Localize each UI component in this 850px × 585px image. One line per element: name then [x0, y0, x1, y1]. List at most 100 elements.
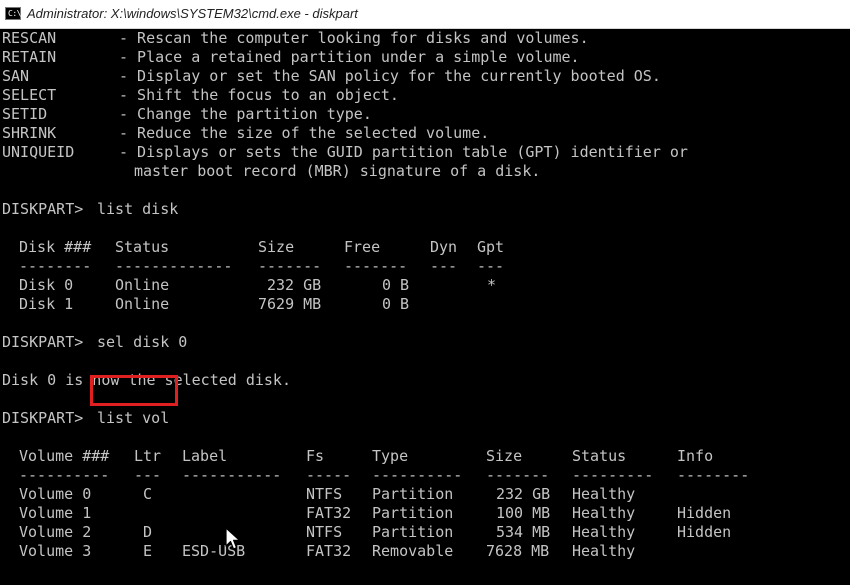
- volume-letter: C: [143, 485, 153, 503]
- command-text: list disk: [97, 200, 179, 218]
- volume-fs: NTFS: [306, 485, 343, 503]
- volume-status: Healthy: [572, 485, 636, 503]
- column-separator: -------------: [115, 257, 233, 275]
- diskpart-prompt: DISKPART>: [2, 333, 84, 351]
- disk-status: Online: [115, 295, 170, 313]
- column-separator: -------: [486, 466, 550, 484]
- help-line: RETAIN - Place a retained partition unde…: [2, 48, 580, 67]
- volume-status: Healthy: [572, 504, 636, 522]
- disk-name: Disk 0: [19, 276, 74, 294]
- volume-status: Healthy: [572, 542, 636, 560]
- command-line: DISKPART> list vol: [2, 409, 169, 428]
- column-separator: -------: [258, 257, 322, 275]
- column-header: Volume ###: [19, 447, 110, 465]
- column-header: Ltr: [134, 447, 162, 465]
- column-header: Type: [372, 447, 409, 465]
- column-separator: --------: [677, 466, 750, 484]
- help-command-desc: - Rescan the computer looking for disks …: [119, 29, 589, 47]
- volume-type: Partition: [372, 485, 454, 503]
- column-separator: -----: [306, 466, 352, 484]
- list-vol-highlight-box: [90, 375, 178, 406]
- column-separator: ----------: [19, 466, 110, 484]
- volume-fs: NTFS: [306, 523, 343, 541]
- window-title: Administrator: X:\windows\SYSTEM32\cmd.e…: [27, 6, 358, 21]
- column-header: Dyn: [430, 238, 458, 256]
- column-header: Disk ###: [19, 238, 92, 256]
- column-header: Info: [677, 447, 714, 465]
- volume-name: Volume 1: [19, 504, 92, 522]
- title-bar[interactable]: C:\. Administrator: X:\windows\SYSTEM32\…: [0, 0, 850, 29]
- volume-status: Healthy: [572, 523, 636, 541]
- volume-table-header: Volume ### Ltr Label Fs Type Size Status…: [2, 447, 713, 466]
- column-header: Gpt: [477, 238, 505, 256]
- console-output[interactable]: RESCAN - Rescan the computer looking for…: [0, 29, 850, 585]
- disk-table-header: Disk ### Status Size Free Dyn Gpt: [2, 238, 504, 257]
- disk-status: Online: [115, 276, 170, 294]
- help-command-name: SELECT: [2, 86, 57, 104]
- help-line: SETID - Change the partition type.: [2, 105, 372, 124]
- disk-table-row: Disk 1 Online 7629 MB 0 B: [2, 295, 409, 314]
- help-command-name: SETID: [2, 105, 48, 123]
- column-header: Status: [572, 447, 627, 465]
- help-command-desc: - Place a retained partition under a sim…: [119, 48, 580, 66]
- disk-free: 0 B: [382, 295, 410, 313]
- volume-table-row: Volume 1 FAT32 Partition 100 MB Healthy …: [2, 504, 731, 523]
- volume-name: Volume 0: [19, 485, 92, 503]
- help-command-desc: - Shift the focus to an object.: [119, 86, 399, 104]
- help-command-desc-continued: master boot record (MBR) signature of a …: [134, 162, 541, 180]
- disk-gpt: *: [487, 276, 497, 294]
- command-text: list vol: [97, 409, 170, 427]
- command-line: DISKPART> sel disk 0: [2, 333, 187, 352]
- disk-name: Disk 1: [19, 295, 74, 313]
- arrow-cursor-icon: [225, 527, 241, 550]
- volume-size: 232 GB: [496, 485, 551, 503]
- help-command-desc: - Reduce the size of the selected volume…: [119, 124, 490, 142]
- help-line: SELECT - Shift the focus to an object.: [2, 86, 399, 105]
- column-separator: ---: [134, 466, 162, 484]
- help-line: UNIQUEID - Displays or sets the GUID par…: [2, 143, 688, 162]
- volume-size: 7628 MB: [486, 542, 550, 560]
- volume-size: 100 MB: [496, 504, 551, 522]
- help-command-desc: - Display or set the SAN policy for the …: [119, 67, 661, 85]
- help-command-name: SHRINK: [2, 124, 57, 142]
- column-separator: ---------: [572, 466, 654, 484]
- help-command-name: SAN: [2, 67, 30, 85]
- volume-name: Volume 2: [19, 523, 92, 541]
- volume-table-row: Volume 3 E ESD-USB FAT32 Removable 7628 …: [2, 542, 635, 561]
- help-command-name: RETAIN: [2, 48, 57, 66]
- column-separator: ----------: [372, 466, 463, 484]
- volume-size: 534 MB: [496, 523, 551, 541]
- volume-type: Partition: [372, 523, 454, 541]
- volume-type: Removable: [372, 542, 454, 560]
- help-line: master boot record (MBR) signature of a …: [2, 162, 540, 181]
- volume-info: Hidden: [677, 504, 732, 522]
- disk-size: 7629 MB: [258, 295, 322, 313]
- column-header: Size: [486, 447, 523, 465]
- volume-type: Partition: [372, 504, 454, 522]
- command-line: DISKPART> list disk: [2, 200, 178, 219]
- help-command-name: UNIQUEID: [2, 143, 75, 161]
- cmd-icon: C:\.: [5, 7, 26, 20]
- help-line: SHRINK - Reduce the size of the selected…: [2, 124, 489, 143]
- column-header: Label: [182, 447, 228, 465]
- diskpart-prompt: DISKPART>: [2, 409, 84, 427]
- volume-fs: FAT32: [306, 542, 352, 560]
- disk-free: 0 B: [382, 276, 410, 294]
- help-line: SAN - Display or set the SAN policy for …: [2, 67, 661, 86]
- column-header: Free: [344, 238, 381, 256]
- volume-name: Volume 3: [19, 542, 92, 560]
- volume-table-row: Volume 2 D NTFS Partition 534 MB Healthy…: [2, 523, 731, 542]
- status-message: Disk 0 is now the selected disk.: [2, 371, 291, 390]
- volume-fs: FAT32: [306, 504, 352, 522]
- column-separator: ---: [430, 257, 458, 275]
- command-text: sel disk 0: [97, 333, 188, 351]
- column-header: Fs: [306, 447, 325, 465]
- column-separator: -------: [344, 257, 408, 275]
- column-separator: --------: [19, 257, 92, 275]
- cmd-icon-text: C:\.: [8, 9, 26, 18]
- column-separator: -----------: [182, 466, 282, 484]
- disk-size: 232 GB: [267, 276, 322, 294]
- volume-table-separator: ---------- --- ----------- ----- -------…: [2, 466, 749, 485]
- disk-table-row: Disk 0 Online 232 GB 0 B *: [2, 276, 496, 295]
- column-separator: ---: [477, 257, 505, 275]
